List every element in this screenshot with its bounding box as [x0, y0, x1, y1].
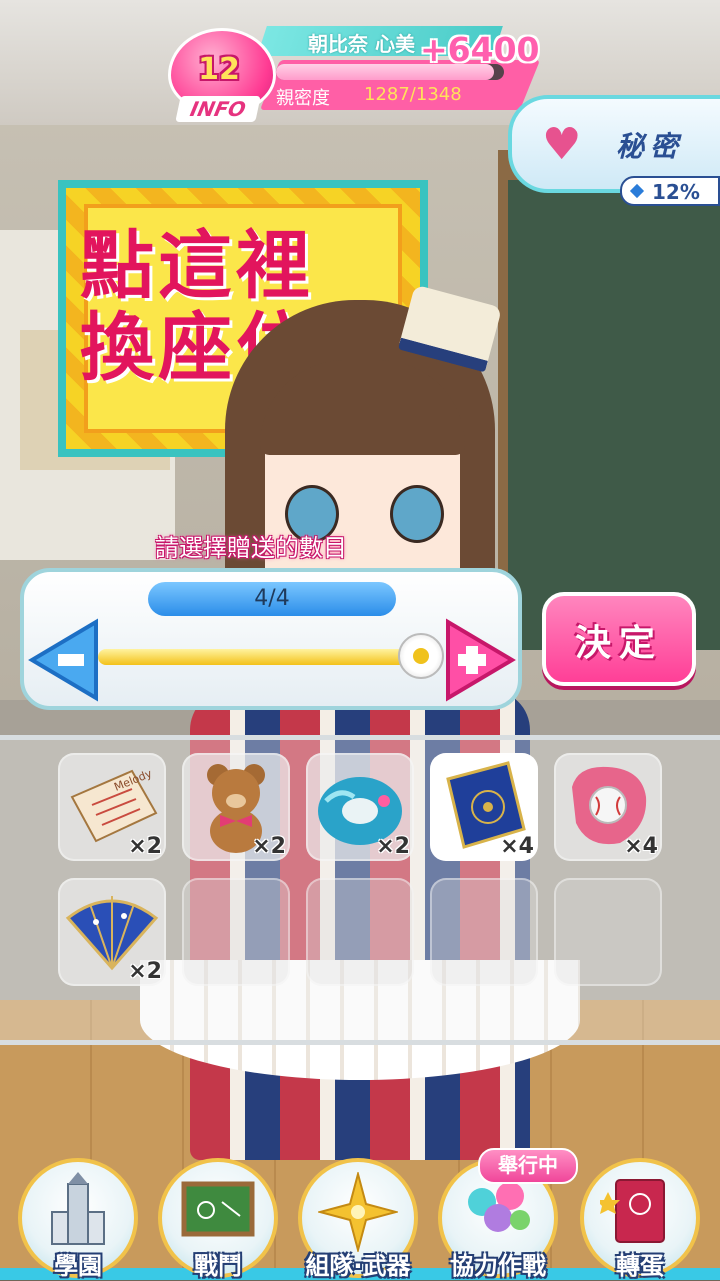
score-gain: +6400 [420, 30, 540, 69]
empty-slot [306, 878, 414, 986]
gift-slot[interactable]: ×2 [306, 753, 414, 861]
secret-percent-tag: 12% [620, 176, 720, 206]
plus-arrow-icon [446, 618, 516, 702]
character-eye-right [390, 485, 444, 543]
gift-count: ×2 [128, 959, 162, 984]
nav-team-weapon-label: 組隊·武器 [305, 1252, 411, 1280]
gift-slot[interactable]: ×2 [58, 878, 166, 986]
quantity-slider-track[interactable] [98, 649, 428, 665]
nav-battle-button[interactable]: 戰鬥 [156, 1158, 280, 1280]
level-number: 12 [198, 52, 240, 87]
empty-slot [182, 878, 290, 986]
quantity-prompt: 請選擇贈送的數目 [155, 534, 347, 562]
gift-count: ×2 [128, 834, 162, 859]
nav-gacha-button[interactable]: 轉蛋 [578, 1158, 702, 1280]
quantity-value: 4/4 [148, 582, 396, 616]
secret-percent: 12% [652, 180, 700, 204]
heart-icon: ♥ [542, 119, 582, 170]
event-active-badge: 舉行中 [478, 1148, 578, 1184]
confirm-label: 決定 [574, 623, 663, 664]
affection-label: 親密度 [276, 88, 330, 109]
nav-battle-label: 戰鬥 [194, 1252, 242, 1280]
increase-button[interactable] [444, 618, 516, 702]
gift-slot[interactable]: ×4 [554, 753, 662, 861]
gift-slot[interactable]: Melody ×2 [58, 753, 166, 861]
balloons-icon [468, 1182, 530, 1232]
gacha-book-icon [600, 1179, 665, 1243]
nav-coop-battle-label: 協力作戰 [450, 1252, 546, 1280]
nav-gacha-label: 轉蛋 [616, 1252, 664, 1280]
decrease-button[interactable] [28, 618, 100, 702]
school-tower-icon [51, 1172, 105, 1245]
gift-slot-selected[interactable]: ×4 [430, 753, 538, 861]
nav-school-label: 學園 [54, 1252, 102, 1280]
slider-handle-dot [413, 648, 429, 664]
character-sprite[interactable] [120, 280, 600, 1180]
empty-slot [554, 878, 662, 986]
chalkboard-icon [181, 1181, 255, 1237]
gift-count: ×4 [500, 834, 534, 859]
minus-arrow-icon [28, 618, 98, 702]
gift-count: ×2 [376, 834, 410, 859]
gift-count: ×2 [252, 834, 286, 859]
nav-school-button[interactable]: 學園 [16, 1158, 140, 1280]
character-name: 朝比奈 心美 [308, 32, 415, 56]
info-label: INFO [175, 96, 261, 122]
diamond-icon [629, 183, 645, 199]
gift-count: ×4 [624, 834, 658, 859]
gift-slot[interactable]: ×2 [182, 753, 290, 861]
secret-label: 秘密 [616, 130, 685, 163]
affection-value: 1287/1348 [364, 84, 462, 105]
star-compass-icon [318, 1172, 398, 1252]
confirm-button[interactable]: 決定 [542, 592, 696, 686]
info-heart-button[interactable]: 12 INFO [164, 26, 276, 124]
quantity-slider-handle[interactable] [398, 633, 444, 679]
nav-team-weapon-button[interactable]: 組隊·武器 [296, 1158, 420, 1280]
empty-slot [430, 878, 538, 986]
